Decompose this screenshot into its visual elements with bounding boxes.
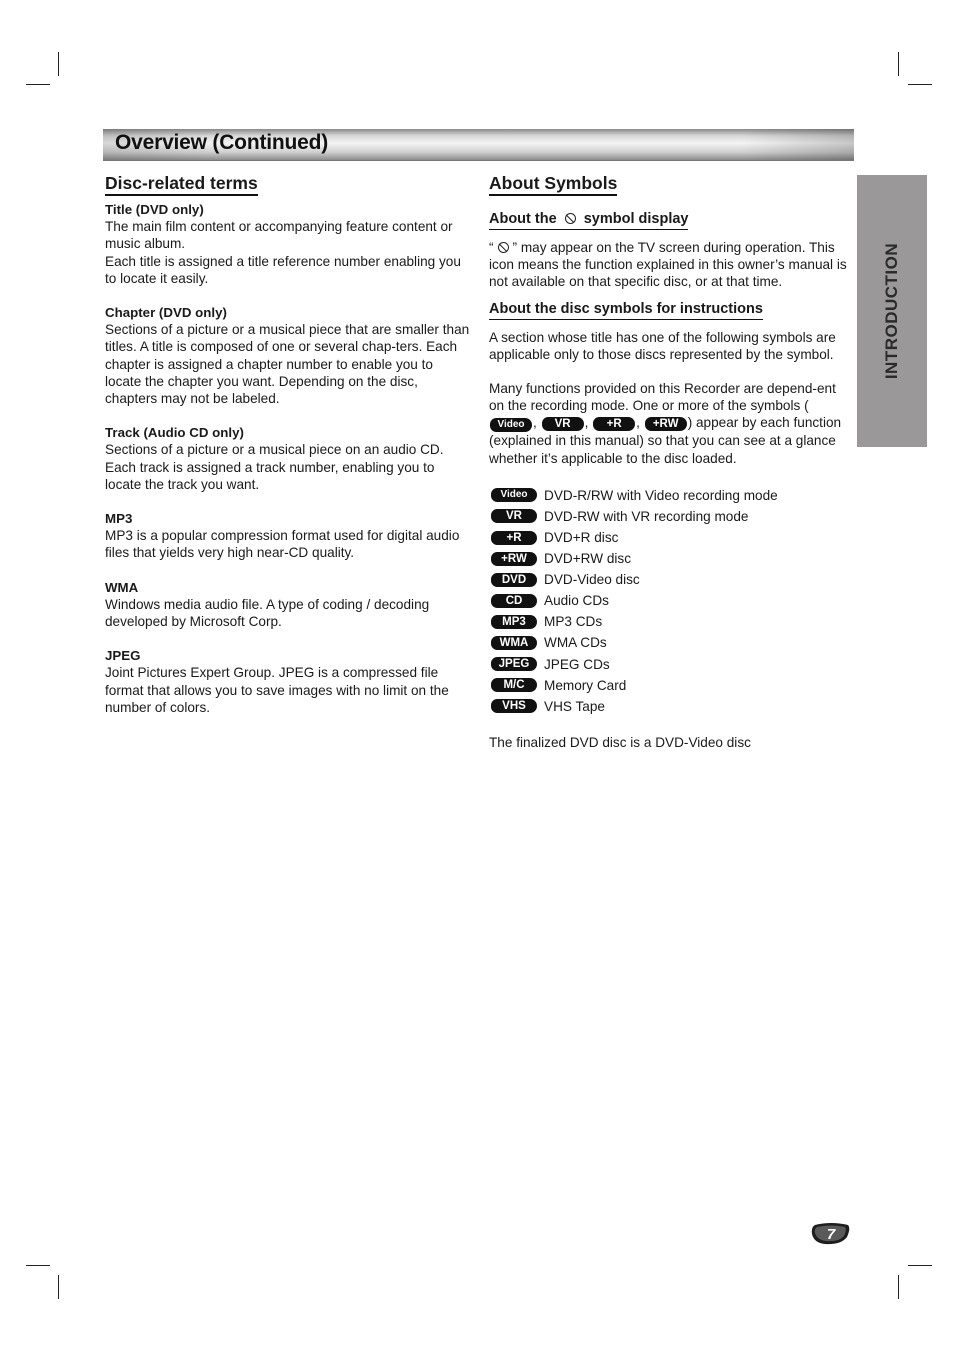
- disc-terms-heading: Disc-related terms: [105, 172, 258, 196]
- term-description: The main film content or accompanying fe…: [105, 219, 453, 252]
- symbols-column: About Symbols About the symbol display “…: [489, 172, 851, 751]
- term-title: Track (Audio CD only): [105, 425, 244, 441]
- term-title: WMA: [105, 579, 139, 595]
- term-description: Joint Pictures Expert Group. JPEG is a c…: [105, 665, 449, 715]
- term-title: Title (DVD only): [105, 202, 204, 217]
- symbol-legend-row: WMA WMA CDs: [489, 632, 851, 653]
- page-title: Overview (Continued): [115, 131, 329, 154]
- symbol-legend-row: VR DVD-RW with VR recording mode: [489, 506, 851, 527]
- symbol-display-heading: About the symbol display: [489, 209, 689, 230]
- disc-terms-column: Disc-related terms Title (DVD only) The m…: [105, 172, 470, 733]
- term-description: Sections of a picture or a musical piece…: [105, 322, 470, 407]
- disc-badge: M/C: [491, 678, 537, 693]
- term-description: Each title is assigned a title reference…: [105, 253, 461, 286]
- symbol-display-heading-end: symbol display: [583, 211, 689, 227]
- disc-badge: MP3: [491, 614, 537, 629]
- disc-badge: Video: [490, 418, 532, 433]
- symbol-legend-row: +R DVD+R disc: [489, 527, 851, 548]
- symbol-legend-row: M/C Memory Card: [489, 675, 851, 696]
- crop-mark: [908, 1265, 932, 1266]
- disc-badge: CD: [491, 593, 537, 608]
- page-number-badge: 7: [811, 1223, 850, 1245]
- term-description: Sections of a picture or a musical piece…: [105, 442, 444, 492]
- disc-badge-label: DVD-Video disc: [544, 572, 640, 588]
- crop-mark: [58, 1275, 59, 1299]
- disc-badge-label: DVD-RW with VR recording mode: [544, 508, 749, 524]
- disc-badge-label: DVD-R/RW with Video recording mode: [544, 487, 778, 503]
- symbol-legend-row: CD Audio CDs: [489, 590, 851, 611]
- term-entry: WMA Windows media audio file. A type of c…: [105, 579, 470, 631]
- symbol-legend-row: MP3 MP3 CDs: [489, 611, 851, 632]
- disc-badge: +R: [491, 530, 537, 545]
- term-description: MP3 is a popular compression format used…: [105, 528, 460, 561]
- term-title: JPEG: [105, 648, 141, 664]
- disc-symbol-legend: Video DVD-R/RW with Video recording mode V…: [489, 485, 851, 717]
- symbol-legend-row: JPEG JPEG CDs: [489, 654, 851, 675]
- disc-badge: VHS: [491, 699, 537, 714]
- disc-badge: DVD: [491, 572, 537, 587]
- symbol-legend-row: DVD DVD-Video disc: [489, 569, 851, 590]
- disc-badge-label: JPEG CDs: [544, 656, 610, 672]
- term-entry: Chapter (DVD only) Sections of a picture …: [105, 304, 470, 407]
- disc-symbols-heading: About the disc symbols for instructions: [489, 299, 763, 320]
- disc-badge: JPEG: [491, 657, 537, 672]
- disc-badge-label: DVD+RW disc: [544, 551, 631, 567]
- disc-badge-label: Audio CDs: [544, 593, 609, 609]
- term-entry: MP3 MP3 is a popular compression format u…: [105, 510, 470, 562]
- term-title: MP3: [105, 511, 133, 527]
- prohibited-icon: [564, 213, 576, 224]
- about-symbols-heading: About Symbols: [489, 172, 618, 196]
- term-description: Windows media audio file. A type of codi…: [105, 596, 430, 630]
- symbol-legend-row: +RW DVD+RW disc: [489, 548, 851, 569]
- page-number: 7: [827, 1226, 836, 1243]
- disc-badge: Video: [491, 488, 537, 503]
- terms-list: Title (DVD only) The main film content or…: [105, 201, 470, 716]
- disc-badge: VR: [541, 417, 584, 432]
- section-tab-label: INTRODUCTION: [882, 242, 901, 380]
- disc-badge: +R: [593, 417, 636, 432]
- term-entry: JPEG Joint Pictures Expert Group. JPEG is…: [105, 647, 470, 716]
- page-header-bar: Overview (Continued): [103, 129, 854, 161]
- term-entry: Title (DVD only) The main film content or…: [105, 201, 470, 287]
- symbol-legend-row: VHS VHS Tape: [489, 696, 851, 717]
- disc-badge: WMA: [491, 636, 537, 651]
- disc-badge-label: Memory Card: [544, 677, 627, 693]
- crop-mark: [26, 84, 50, 85]
- disc-badge-label: MP3 CDs: [544, 614, 603, 630]
- disc-badge-label: DVD+R disc: [544, 529, 619, 545]
- symbol-display-text: “” may appear on the TV screen during op…: [489, 240, 847, 290]
- disc-symbols-explanation: Many functions provided on this Recorder…: [489, 381, 842, 466]
- crop-mark: [898, 1275, 899, 1299]
- symbol-display-heading-start: About the: [489, 211, 557, 227]
- disc-badge-label: VHS Tape: [544, 698, 605, 714]
- section-tab: INTRODUCTION: [857, 175, 927, 447]
- crop-mark: [898, 52, 899, 76]
- crop-mark: [908, 84, 932, 85]
- disc-badge: +RW: [491, 551, 537, 566]
- disc-badge: +RW: [644, 417, 687, 432]
- disc-badge: VR: [491, 509, 537, 524]
- disc-symbols-intro: A section whose title has one of the fol…: [489, 329, 836, 362]
- crop-mark: [26, 1265, 50, 1266]
- term-entry: Track (Audio CD only) Sections of a pictu…: [105, 424, 470, 493]
- term-title: Chapter (DVD only): [105, 305, 227, 321]
- prohibited-icon: [497, 242, 509, 253]
- finalized-disc-note: The finalized DVD disc is a DVD-Video di…: [489, 734, 751, 750]
- symbol-legend-row: Video DVD-R/RW with Video recording mode: [489, 485, 851, 506]
- crop-mark: [58, 52, 59, 76]
- disc-badge-label: WMA CDs: [544, 635, 607, 651]
